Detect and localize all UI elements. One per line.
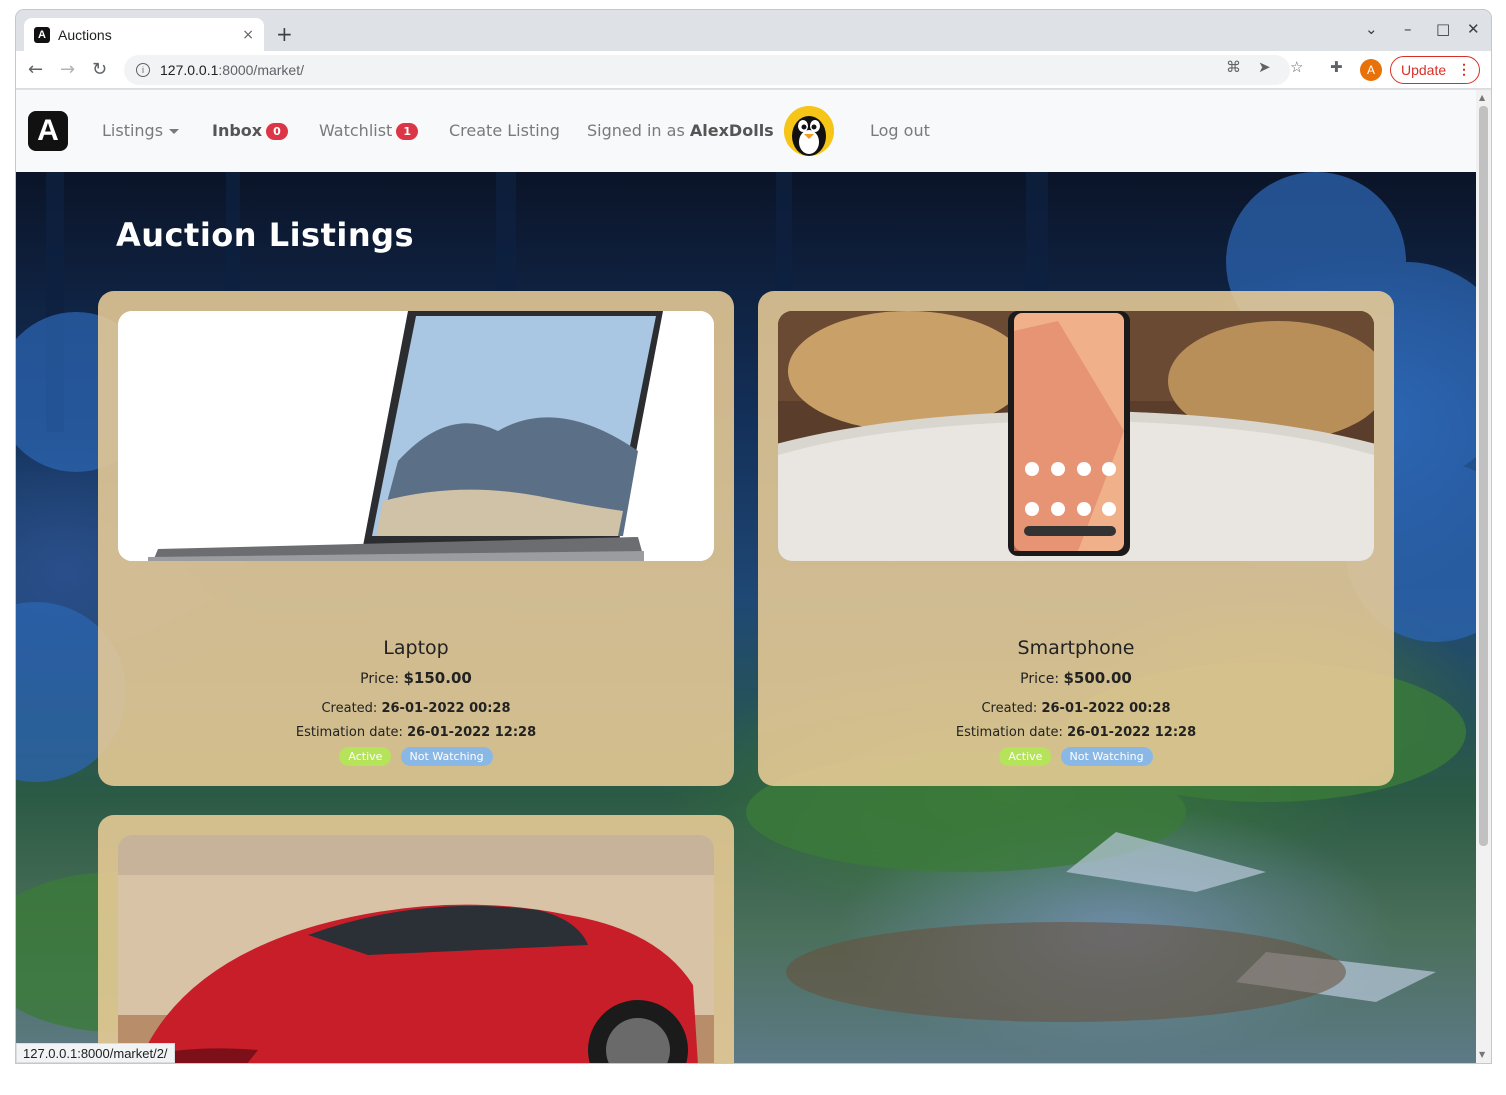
inbox-count-badge: 0 — [266, 123, 288, 140]
listing-card[interactable]: Laptop Price: $150.00 Created: 26-01-202… — [98, 291, 734, 786]
watch-status-badge: Not Watching — [400, 747, 493, 766]
listing-name[interactable]: Laptop — [118, 637, 714, 659]
created-date: Created: 26-01-2022 00:28 — [321, 701, 511, 716]
tab-close-icon[interactable]: × — [242, 27, 254, 43]
browser-window: A Auctions × + ⌄ – □ ✕ ← → ↻ i 127.0.0.1… — [16, 10, 1491, 1063]
listing-image[interactable] — [778, 311, 1374, 561]
update-button[interactable]: Update ⋮ — [1390, 56, 1480, 84]
page-scrollbar[interactable]: ▲ ▼ — [1476, 90, 1491, 1063]
profile-avatar[interactable]: A — [1360, 59, 1382, 81]
penguin-avatar-icon — [784, 106, 834, 156]
listings-dropdown[interactable]: Listings — [102, 121, 180, 140]
send-icon[interactable]: ➤ — [1258, 58, 1271, 76]
site-info-icon[interactable]: i — [136, 63, 150, 77]
listing-tags: Active Not Watching — [778, 745, 1374, 766]
tab-strip: A Auctions × + ⌄ – □ ✕ — [16, 10, 1491, 51]
active-badge: Active — [999, 747, 1052, 766]
bookmark-star-icon[interactable]: ☆ — [1290, 58, 1303, 76]
listing-price: Price: $150.00 — [360, 669, 472, 687]
site-favicon-icon: A — [34, 26, 50, 43]
brand-logo[interactable]: A — [28, 111, 68, 151]
smartphone-photo — [778, 311, 1374, 561]
active-badge: Active — [339, 747, 392, 766]
created-date: Created: 26-01-2022 00:28 — [981, 701, 1171, 716]
background-scene: Auction Listings Laptop Price: $150.00 C… — [16, 172, 1476, 1063]
username: AlexDolls — [689, 121, 774, 140]
back-icon[interactable]: ← — [28, 59, 43, 80]
user-avatar[interactable] — [784, 106, 834, 156]
browser-tab[interactable]: A Auctions × — [24, 18, 264, 51]
page-viewport: A Listings Inbox 0 Watchlist 1 Create List… — [16, 90, 1476, 1063]
update-label: Update — [1401, 62, 1447, 78]
address-bar[interactable]: i 127.0.0.1:8000/market/ — [124, 55, 1290, 85]
caret-down-icon — [169, 129, 180, 134]
listing-price: Price: $500.00 — [1020, 669, 1132, 687]
inbox-link[interactable]: Inbox 0 — [212, 121, 288, 140]
laptop-photo — [118, 311, 714, 561]
url-text: 127.0.0.1:8000/market/ — [160, 62, 304, 78]
listing-image[interactable] — [118, 311, 714, 561]
close-window-icon[interactable]: ✕ — [1467, 20, 1480, 38]
estimation-date: Estimation date: 26-01-2022 12:28 — [295, 725, 537, 740]
browser-toolbar: ← → ↻ i 127.0.0.1:8000/market/ ⌘ ➤ ☆ ✚ A… — [16, 51, 1491, 89]
listing-dates: Created: 26-01-2022 00:28 Estimation dat… — [778, 697, 1374, 745]
extensions-puzzle-icon[interactable]: ✚ — [1330, 58, 1343, 76]
page-title: Auction Listings — [116, 216, 415, 254]
create-listing-link[interactable]: Create Listing — [449, 121, 560, 140]
watchlist-count-badge: 1 — [396, 123, 418, 140]
minimize-icon[interactable]: – — [1404, 20, 1412, 38]
site-navbar: A Listings Inbox 0 Watchlist 1 Create List… — [16, 90, 1476, 172]
signed-in-text: Signed in as AlexDolls — [587, 121, 774, 140]
new-tab-icon[interactable]: + — [276, 22, 293, 46]
listing-image[interactable] — [118, 835, 714, 1063]
logout-link[interactable]: Log out — [870, 121, 930, 140]
sports-car-photo — [118, 835, 714, 1063]
maximize-icon[interactable]: □ — [1436, 20, 1450, 38]
scroll-up-icon[interactable]: ▲ — [1479, 93, 1485, 102]
scroll-down-icon[interactable]: ▼ — [1479, 1050, 1485, 1059]
watchlist-link[interactable]: Watchlist 1 — [319, 121, 418, 140]
reload-icon[interactable]: ↻ — [92, 59, 107, 80]
forward-icon[interactable]: → — [60, 59, 75, 80]
watch-status-badge: Not Watching — [1060, 747, 1153, 766]
scrollbar-thumb[interactable] — [1479, 106, 1488, 846]
listing-card[interactable] — [98, 815, 734, 1063]
translate-icon[interactable]: ⌘ — [1226, 58, 1241, 76]
listing-card[interactable]: Smartphone Price: $500.00 Created: 26-01… — [758, 291, 1394, 786]
estimation-date: Estimation date: 26-01-2022 12:28 — [955, 725, 1197, 740]
listing-tags: Active Not Watching — [118, 745, 714, 766]
tab-search-icon[interactable]: ⌄ — [1365, 20, 1378, 38]
listing-dates: Created: 26-01-2022 00:28 Estimation dat… — [118, 697, 714, 745]
listing-name[interactable]: Smartphone — [778, 637, 1374, 659]
link-status-bar: 127.0.0.1:8000/market/2/ — [16, 1043, 175, 1063]
tab-title: Auctions — [58, 26, 112, 43]
menu-dots-icon: ⋮ — [1457, 61, 1471, 77]
